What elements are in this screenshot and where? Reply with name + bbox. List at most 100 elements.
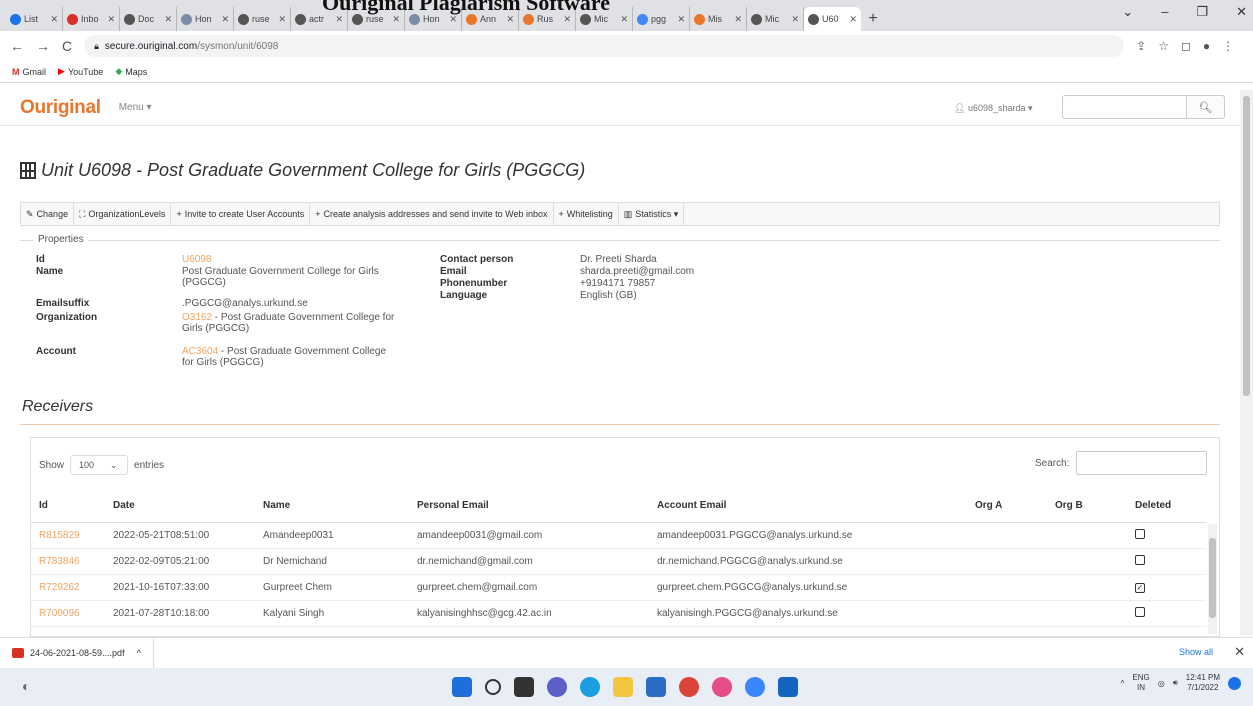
close-tab-icon[interactable]: ✕	[107, 14, 115, 25]
store-icon[interactable]	[646, 677, 666, 697]
deleted-checkbox[interactable]	[1135, 554, 1145, 565]
show-all-button[interactable]: Show all	[1179, 647, 1213, 657]
column-header[interactable]: Account Email	[649, 490, 967, 523]
chrome-icon[interactable]	[679, 677, 699, 697]
search-icon[interactable]	[485, 679, 501, 695]
star-icon[interactable]: ☆	[1158, 39, 1169, 53]
nav-search-button[interactable]: 🔍︎	[1187, 95, 1225, 119]
browser-tab[interactable]: List ✕	[6, 7, 63, 31]
id-value[interactable]: U6098	[182, 254, 211, 265]
deleted-checkbox[interactable]	[1135, 606, 1145, 617]
close-tab-icon[interactable]: ✕	[849, 14, 857, 25]
chat-icon[interactable]	[547, 677, 567, 697]
table-row[interactable]: R729262 2021-10-16T07:33:00 Gurpreet Chem g…	[31, 574, 1206, 601]
page-scrollbar[interactable]	[1240, 90, 1253, 635]
bookmark-maps[interactable]: ◆ Maps	[115, 66, 147, 77]
receiver-id-link[interactable]: R783846	[31, 548, 105, 575]
app-icon[interactable]	[745, 677, 765, 697]
column-header[interactable]: Org A	[967, 490, 1047, 523]
nav-search-input[interactable]	[1062, 95, 1187, 119]
volume-icon[interactable]: 🔊︎	[1173, 678, 1178, 688]
deleted-checkbox[interactable]	[1135, 528, 1145, 539]
close-downloads-button[interactable]: ✕	[1234, 644, 1245, 660]
bookmark-gmail[interactable]: M Gmail	[12, 67, 46, 77]
back-button[interactable]: ←	[10, 38, 24, 54]
column-header[interactable]: Date	[105, 490, 255, 523]
minimize-button[interactable]: –	[1161, 4, 1168, 20]
file-explorer-icon[interactable]	[613, 677, 633, 697]
toolbar-button-statistics[interactable]: ▥ Statistics ▾	[619, 203, 685, 225]
scrollbar-thumb[interactable]	[1243, 96, 1250, 396]
close-tab-icon[interactable]: ✕	[791, 14, 799, 25]
close-window-button[interactable]: ✕	[1236, 4, 1247, 20]
toolbar-button-change[interactable]: ✎ Change	[21, 203, 75, 225]
paint-icon[interactable]	[712, 677, 732, 697]
close-tab-icon[interactable]: ✕	[164, 14, 172, 25]
column-header[interactable]: Deleted	[1127, 490, 1206, 523]
column-header[interactable]: Org B	[1047, 490, 1127, 523]
column-header[interactable]: Name	[255, 490, 409, 523]
table-row[interactable]: R815829 2022-05-21T08:51:00 Amandeep0031 am…	[31, 522, 1206, 549]
menu-dropdown[interactable]: Menu ▾	[119, 102, 152, 113]
reload-button[interactable]: C	[62, 38, 72, 54]
toolbar-button-create-analysis-addresses-and-send-invite-to-web-inbox[interactable]: + Create analysis addresses and send invi…	[310, 203, 554, 225]
table-row[interactable]: R783846 2022-02-09T05:21:00 Dr Nemichand dr…	[31, 548, 1206, 575]
forward-button[interactable]: →	[36, 38, 50, 54]
bookmark-youtube[interactable]: ▶ YouTube	[58, 66, 103, 77]
network-icon[interactable]: ◎	[1158, 679, 1165, 688]
table-search-input[interactable]	[1076, 451, 1207, 475]
account-link[interactable]: AC3604	[182, 346, 218, 357]
browser-tab[interactable]: pgg ✕	[633, 7, 690, 31]
task-view-icon[interactable]	[514, 677, 534, 697]
toolbar-button-whitelisting[interactable]: + Whitelisting	[554, 203, 619, 225]
photos-icon[interactable]	[778, 677, 798, 697]
ouriginal-logo[interactable]: Ouriginal	[20, 97, 101, 119]
organization-link[interactable]: O3162	[182, 312, 212, 323]
browser-tab[interactable]: Hon ✕	[177, 7, 234, 31]
table-scrollbar-thumb[interactable]	[1209, 538, 1216, 618]
browser-tab[interactable]: Inbo ✕	[63, 7, 120, 31]
contact-label: Contact person	[440, 254, 514, 265]
toolbar-button-invite-to-create-user-accounts[interactable]: + Invite to create User Accounts	[171, 203, 311, 225]
edge-icon[interactable]	[580, 677, 600, 697]
language-indicator[interactable]: ENG IN	[1132, 673, 1149, 693]
notification-badge[interactable]	[1228, 676, 1241, 690]
tab-search-icon[interactable]: ◻	[1181, 39, 1191, 53]
close-tab-icon[interactable]: ✕	[50, 14, 58, 25]
chevron-up-icon[interactable]: ^	[137, 648, 141, 658]
browser-tab[interactable]: ruse ✕	[234, 7, 291, 31]
new-tab-button[interactable]: +	[861, 7, 885, 31]
browser-tab[interactable]: Mis ✕	[690, 7, 747, 31]
kebab-menu-icon[interactable]: ⋮	[1222, 39, 1234, 53]
close-tab-icon[interactable]: ✕	[221, 14, 229, 25]
maximize-button[interactable]: ❐	[1196, 4, 1208, 20]
receiver-id-link[interactable]: R729262	[31, 574, 105, 601]
browser-tab[interactable]: Doc ✕	[120, 7, 177, 31]
address-bar[interactable]: 🔒︎ secure.ouriginal.com /sysmon/unit/609…	[84, 35, 1125, 57]
windows-taskbar: ◐ ^ ENG IN ◎ 🔊︎ 12:41 PM 7/1/2022	[0, 668, 1253, 706]
profile-avatar[interactable]: ●	[1203, 39, 1210, 53]
table-row[interactable]: R700096 2021-07-28T10:18:00 Kalyani Singh k…	[31, 600, 1206, 627]
page-length-select[interactable]: 100 ⌄	[70, 455, 129, 475]
receiver-id-link[interactable]: R700096	[31, 600, 105, 627]
close-tab-icon[interactable]: ✕	[278, 14, 286, 25]
widgets-icon[interactable]: ◐	[22, 678, 30, 694]
close-tab-icon[interactable]: ✕	[620, 14, 628, 25]
receiver-id-link[interactable]: R815829	[31, 522, 105, 549]
deleted-checkbox[interactable]: ✓	[1135, 582, 1145, 593]
clock[interactable]: 12:41 PM 7/1/2022	[1186, 673, 1220, 693]
column-header[interactable]: Personal Email	[409, 490, 649, 523]
chevron-up-icon[interactable]: ^	[1121, 679, 1125, 688]
browser-tab[interactable]: U60 ✕	[804, 7, 861, 31]
table-scrollbar[interactable]	[1208, 524, 1217, 634]
share-icon[interactable]: ⇪	[1136, 39, 1146, 53]
close-tab-icon[interactable]: ✕	[677, 14, 685, 25]
close-tab-icon[interactable]: ✕	[734, 14, 742, 25]
download-item[interactable]: 24-06-2021-08-59....pdf ^	[0, 637, 154, 668]
column-header[interactable]: Id	[31, 490, 105, 523]
toolbar-button-organizationlevels[interactable]: ⛶ OrganizationLevels	[74, 203, 172, 225]
start-icon[interactable]	[452, 677, 472, 697]
user-menu[interactable]: 👤︎ u6098_sharda ▾	[954, 103, 1033, 114]
browser-tab[interactable]: Mic ✕	[747, 7, 804, 31]
chevron-down-icon[interactable]: ⌄	[1122, 4, 1133, 20]
